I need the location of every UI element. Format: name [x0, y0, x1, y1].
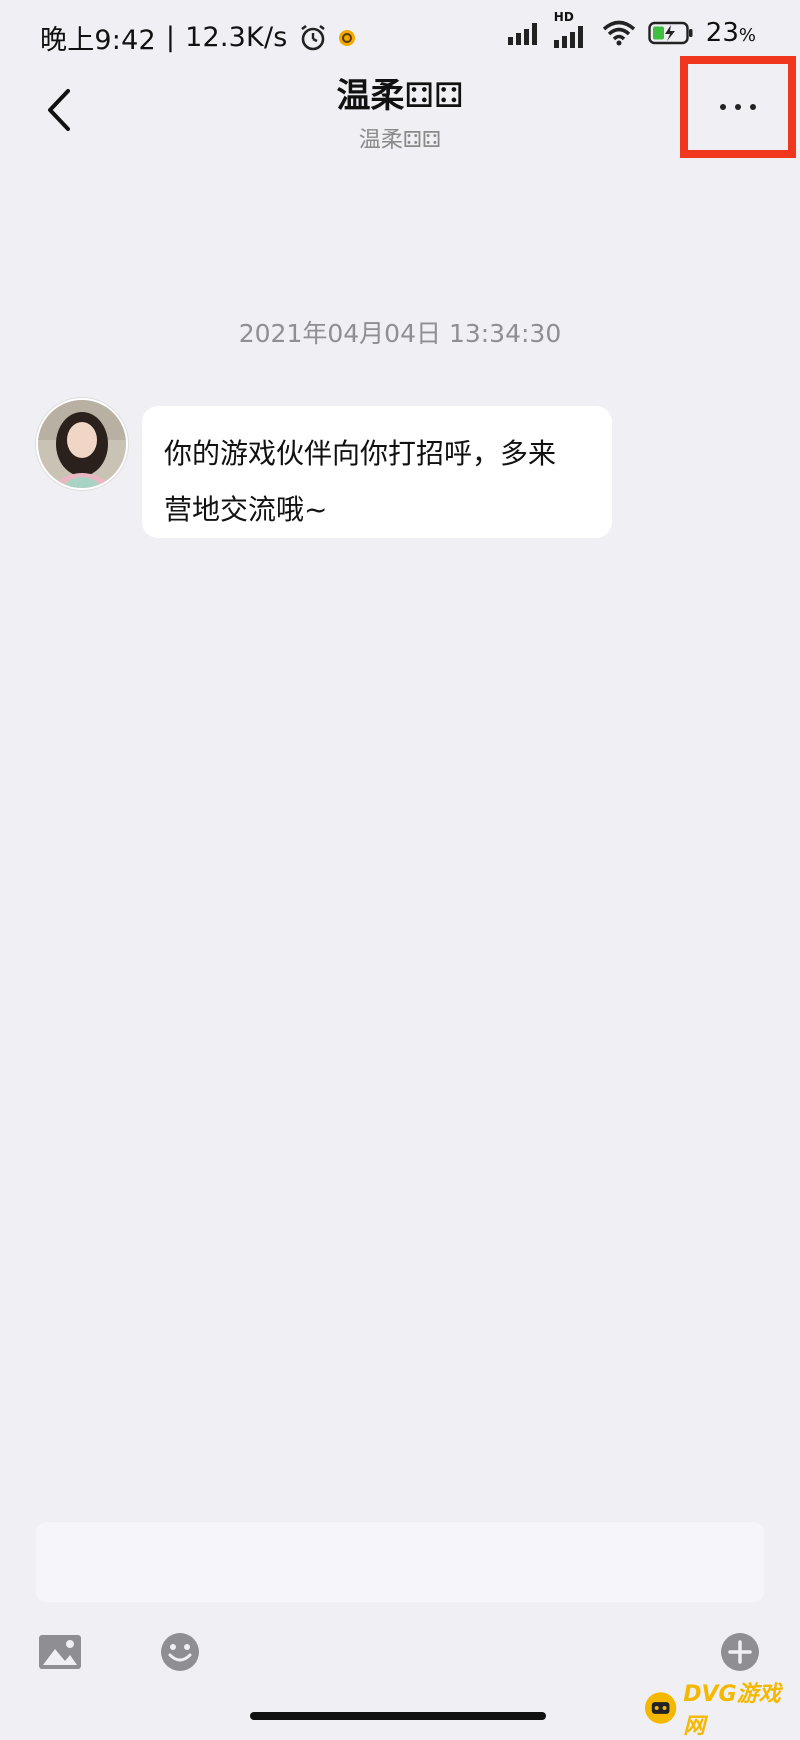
message-input[interactable]	[36, 1522, 764, 1602]
message-timestamp: 2021年04月04日 13:34:30	[238, 319, 562, 348]
battery-unit: %	[738, 25, 756, 46]
emoji-button[interactable]	[150, 1622, 210, 1682]
battery-icon	[648, 21, 693, 45]
watermark-text: DVG游戏网	[683, 1682, 781, 1739]
battery-value: 23	[705, 18, 739, 48]
message-text-line: 你的游戏伙伴向你打招呼，多来	[164, 437, 557, 470]
image-icon	[39, 1635, 81, 1669]
image-button[interactable]	[30, 1622, 90, 1682]
more-button[interactable]	[680, 56, 796, 158]
hd-label: HD	[553, 10, 574, 24]
plus-icon	[721, 1633, 759, 1671]
watermark: DVG游戏网	[644, 1682, 800, 1739]
alarm-icon	[300, 24, 325, 50]
status-left: 晚上9:42 | 12.3K/s	[40, 18, 356, 57]
more-icon	[720, 104, 756, 110]
avatar[interactable]	[36, 398, 128, 490]
battery-percent: 23%	[706, 18, 756, 48]
signal-icon	[507, 23, 537, 45]
home-indicator[interactable]	[250, 1712, 546, 1720]
status-separator: |	[165, 22, 176, 53]
input-toolbar	[0, 1622, 800, 1682]
watermark-logo-icon	[644, 1692, 677, 1724]
signal-hd-group: HD	[553, 10, 590, 48]
app-notification-icon	[338, 29, 355, 46]
status-net-speed: 12.3K/s	[185, 22, 288, 53]
add-button[interactable]	[710, 1622, 770, 1682]
signal-hd-icon	[553, 26, 583, 48]
status-right: HD 23%	[507, 10, 756, 48]
wifi-icon	[602, 20, 635, 46]
message-text-line: 营地交流哦~	[164, 493, 328, 526]
avatar-image	[38, 400, 126, 488]
status-time: 晚上9:42	[40, 25, 156, 56]
message-bubble[interactable]: 你的游戏伙伴向你打招呼，多来 营地交流哦~	[142, 406, 612, 538]
emoji-icon	[161, 1633, 199, 1671]
chat-header: 温柔⚃⚃ 温柔⚃⚃	[0, 56, 800, 160]
